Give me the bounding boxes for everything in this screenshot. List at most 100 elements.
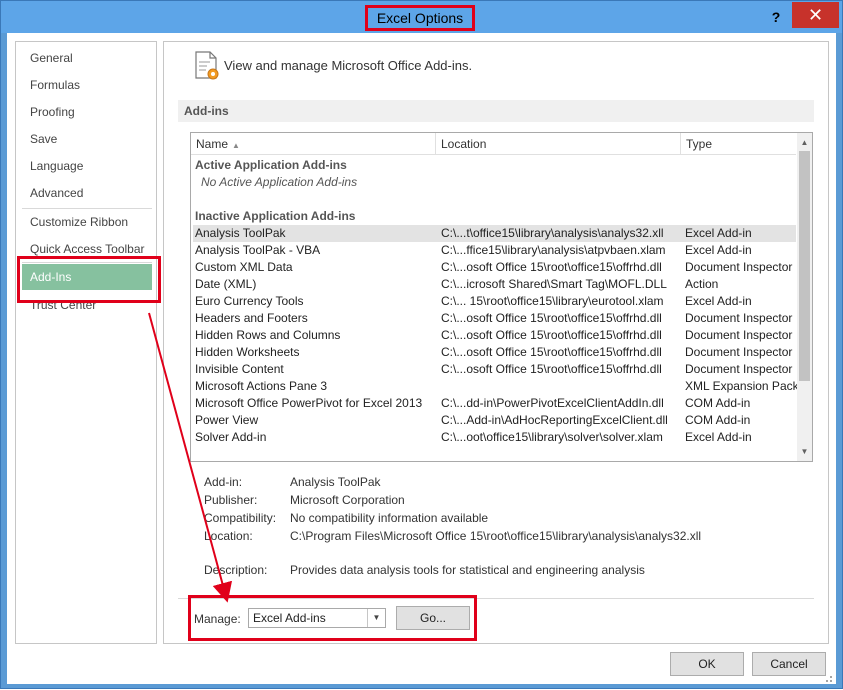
manage-dropdown-value: Excel Add-ins (253, 611, 326, 625)
table-row[interactable]: Analysis ToolPak - VBA C:\...ffice15\libr… (193, 242, 796, 259)
chevron-down-icon[interactable]: ▼ (367, 609, 385, 627)
cell-type: XML Expansion Pack (685, 379, 797, 393)
cell-type: Excel Add-in (685, 226, 752, 240)
table-row[interactable]: Euro Currency Tools C:\... 15\root\office… (193, 293, 796, 310)
cell-type: COM Add-in (685, 413, 751, 427)
table-row[interactable]: Date (XML) C:\...icrosoft Shared\Smart Ta… (193, 276, 796, 293)
active-group-label: Active Application Add-ins (195, 158, 347, 172)
scroll-thumb[interactable] (799, 151, 810, 381)
column-header-name[interactable]: Name ▲ (191, 133, 436, 155)
detail-label-publisher: Publisher: (204, 493, 258, 507)
cell-type: COM Add-in (685, 396, 751, 410)
cell-name: Hidden Worksheets (195, 345, 300, 359)
table-row[interactable]: Analysis ToolPak C:\...t\office15\library… (193, 225, 796, 242)
detail-value-add-in: Analysis ToolPak (290, 475, 381, 489)
ok-button[interactable]: OK (670, 652, 744, 676)
cell-name: Euro Currency Tools (195, 294, 304, 308)
add-ins-list[interactable]: Name ▲ Location Type Active Application A… (190, 132, 813, 462)
sidebar-item-formulas[interactable]: Formulas (22, 73, 152, 97)
dialog-body: General Formulas Proofing Save Language … (7, 33, 836, 684)
cell-location: C:\...osoft Office 15\root\office15\offr… (441, 311, 662, 325)
cell-type: Document Inspector (685, 362, 793, 376)
dialog-buttons: OK Cancel (7, 644, 836, 684)
scroll-down-icon[interactable]: ▼ (797, 444, 812, 460)
cancel-button[interactable]: Cancel (752, 652, 826, 676)
cell-type: Excel Add-in (685, 430, 752, 444)
cell-type: Excel Add-in (685, 243, 752, 257)
table-row[interactable]: Invisible Content C:\...osoft Office 15\r… (193, 361, 796, 378)
column-header-location[interactable]: Location (436, 133, 681, 155)
detail-label-compatibility: Compatibility: (204, 511, 277, 525)
window-title: Excel Options (365, 5, 475, 31)
sidebar-item-advanced[interactable]: Advanced (22, 181, 152, 205)
sidebar-item-save[interactable]: Save (22, 127, 152, 151)
table-row[interactable]: Headers and Footers C:\...osoft Office 15… (193, 310, 796, 327)
add-ins-highlight-box (17, 256, 161, 303)
sidebar-item-proofing[interactable]: Proofing (22, 100, 152, 124)
inactive-group-label: Inactive Application Add-ins (195, 209, 356, 223)
sidebar-item-language[interactable]: Language (22, 154, 152, 178)
sidebar-divider (22, 208, 152, 209)
manage-label: Manage: (194, 612, 241, 626)
table-row[interactable]: Power View C:\...Add-in\AdHocReportingExc… (193, 412, 796, 429)
cell-location: C:\...t\office15\library\analysis\analys… (441, 226, 664, 240)
cell-type: Document Inspector (685, 328, 793, 342)
cell-location: C:\...icrosoft Shared\Smart Tag\MOFL.DLL (441, 277, 667, 291)
cell-location: C:\...dd-in\PowerPivotExcelClientAddIn.d… (441, 396, 664, 410)
sidebar-item-general[interactable]: General (22, 46, 152, 70)
cell-type: Document Inspector (685, 345, 793, 359)
cell-location: C:\...Add-in\AdHocReportingExcelClient.d… (441, 413, 668, 427)
cell-type: Action (685, 277, 719, 291)
panel-heading: View and manage Microsoft Office Add-ins… (224, 58, 473, 73)
manage-dropdown[interactable]: Excel Add-ins ▼ (248, 608, 386, 628)
cell-location: C:\...ffice15\library\analysis\atpvbaen.… (441, 243, 666, 257)
detail-label-description: Description: (204, 563, 268, 577)
cell-type: Document Inspector (685, 311, 793, 325)
cell-location: C:\...osoft Office 15\root\office15\offr… (441, 328, 662, 342)
cell-type: Document Inspector (685, 260, 793, 274)
add-ins-panel: View and manage Microsoft Office Add-ins… (163, 41, 829, 644)
add-ins-page-icon (195, 51, 219, 80)
cell-name: Invisible Content (195, 362, 284, 376)
vertical-scrollbar[interactable]: ▲ ▼ (797, 133, 812, 461)
cell-name: Microsoft Actions Pane 3 (195, 379, 328, 393)
list-header: Name ▲ Location Type (191, 133, 796, 155)
table-row[interactable]: Hidden Rows and Columns C:\...osoft Offic… (193, 327, 796, 344)
detail-label-add-in: Add-in: (204, 475, 243, 489)
detail-label-location: Location: (204, 529, 253, 543)
go-button[interactable]: Go... (396, 606, 470, 630)
active-empty-note: No Active Application Add-ins (201, 175, 358, 189)
sort-ascending-icon: ▲ (232, 141, 240, 150)
title-bar[interactable]: Excel Options ? ✕ (1, 1, 842, 33)
add-ins-section-title: Add-ins (178, 100, 814, 122)
detail-value-description: Provides data analysis tools for statist… (290, 563, 645, 577)
table-row[interactable]: Hidden Worksheets C:\...osoft Office 15\r… (193, 344, 796, 361)
cell-name: Microsoft Office PowerPivot for Excel 20… (195, 396, 423, 410)
cell-name: Custom XML Data (195, 260, 293, 274)
options-sidebar: General Formulas Proofing Save Language … (15, 41, 157, 644)
column-header-type[interactable]: Type (681, 133, 796, 155)
close-button[interactable]: ✕ (792, 2, 839, 28)
resize-grip-icon[interactable] (823, 673, 833, 683)
table-row[interactable]: Microsoft Office PowerPivot for Excel 20… (193, 395, 796, 412)
cell-name: Analysis ToolPak (195, 226, 286, 240)
sidebar-item-customize-ribbon[interactable]: Customize Ribbon (22, 210, 152, 234)
cell-type: Excel Add-in (685, 294, 752, 308)
table-row[interactable]: Solver Add-in C:\...oot\office15\library\… (193, 429, 796, 446)
table-row[interactable]: Microsoft Actions Pane 3 XML Expansion Pa… (193, 378, 797, 395)
cell-name: Hidden Rows and Columns (195, 328, 341, 342)
table-row[interactable]: Custom XML Data C:\...osoft Office 15\roo… (193, 259, 796, 276)
cell-name: Solver Add-in (195, 430, 267, 444)
cell-name: Power View (195, 413, 259, 427)
cell-name: Date (XML) (195, 277, 257, 291)
cell-location: C:\...osoft Office 15\root\office15\offr… (441, 345, 662, 359)
cell-location: C:\...osoft Office 15\root\office15\offr… (441, 362, 662, 376)
excel-options-window: Excel Options ? ✕ General Formulas Proof… (0, 0, 843, 689)
scroll-up-icon[interactable]: ▲ (797, 135, 812, 151)
cell-location: C:\...oot\office15\library\solver\solver… (441, 430, 663, 444)
help-button[interactable]: ? (764, 7, 788, 27)
cell-name: Analysis ToolPak - VBA (195, 243, 321, 257)
cell-location: C:\... 15\root\office15\library\eurotool… (441, 294, 664, 308)
detail-value-publisher: Microsoft Corporation (290, 493, 405, 507)
detail-value-location: C:\Program Files\Microsoft Office 15\roo… (290, 529, 702, 543)
